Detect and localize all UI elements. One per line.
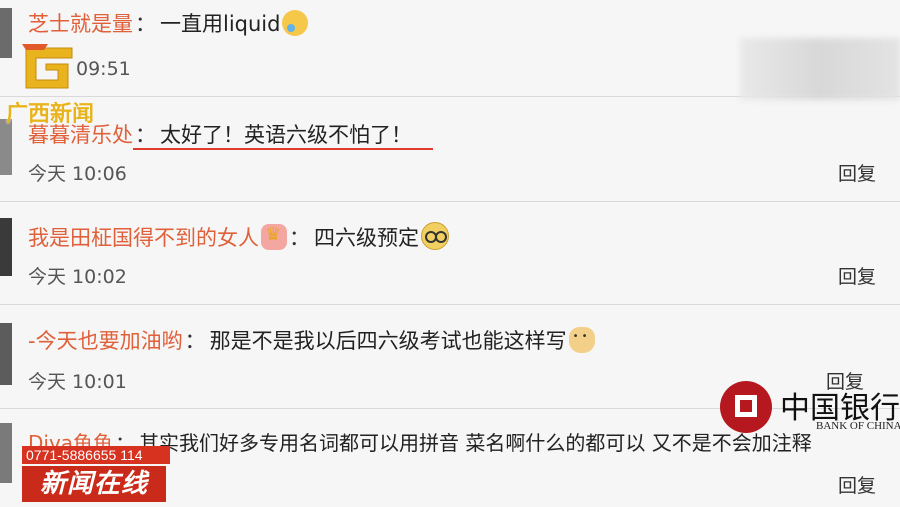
reply-button[interactable]: 回复: [838, 471, 876, 498]
reply-button[interactable]: 回复: [838, 262, 876, 289]
comment-username[interactable]: -今天也要加油哟: [28, 329, 183, 353]
separator: ：: [289, 226, 310, 250]
bank-of-china-icon: [720, 381, 772, 433]
avatar[interactable]: [0, 218, 12, 276]
comment-time: 今天 10:01: [28, 371, 127, 393]
comment-line: 芝士就是量： 一直用liquid: [28, 8, 309, 38]
comment-username[interactable]: 我是田柾国得不到的女人: [28, 226, 259, 250]
avatar[interactable]: [0, 423, 12, 483]
separator: ：: [135, 123, 156, 147]
comment-time: 09:51: [76, 58, 131, 80]
comment-time: 今天 10:06: [28, 163, 127, 185]
comment-time: 今天 10:02: [28, 266, 127, 288]
reply-button[interactable]: 回复: [838, 159, 876, 186]
comment-text: 一直用liquid: [160, 12, 281, 36]
separator: ：: [184, 329, 206, 353]
comment-text: 太好了！英语六级不怕了！: [160, 123, 412, 147]
comment-text: 那是不是我以后四六级考试也能这样写: [209, 329, 567, 353]
comment-line: -今天也要加油哟： 那是不是我以后四六级考试也能这样写: [28, 325, 595, 355]
comment-username[interactable]: 芝士就是量: [28, 12, 133, 36]
highlight-underline: [133, 148, 433, 150]
blurred-region: [740, 38, 900, 100]
crown-badge-icon: [261, 224, 287, 250]
station-logo-icon: [22, 44, 73, 89]
comment-item: 我是田柾国得不到的女人 ：四六级预定 今天 10:02 回复: [0, 202, 900, 305]
hotline-number: 0771-5886655 114: [22, 446, 170, 464]
doge-icon: [568, 327, 595, 353]
comment-feed-screen: 芝士就是量： 一直用liquid 09:51 暮暮清乐处： 太好了！英语六级不怕了！…: [0, 0, 900, 507]
station-logo-text: 广西新闻: [6, 102, 95, 127]
separator: ：: [135, 12, 156, 36]
glasses-icon: [421, 222, 449, 250]
program-title: 新闻在线: [22, 466, 166, 502]
comment-line: 我是田柾国得不到的女人 ：四六级预定: [28, 222, 449, 252]
comment-text: 其实我们好多专用名词都可以用拼音 菜名啊什么的都可以 又不是不会加注释: [139, 431, 812, 455]
avatar[interactable]: [0, 323, 12, 385]
sponsor-name-en: BANK OF CHINA: [816, 420, 900, 432]
cry-laugh-icon: [282, 10, 309, 36]
avatar[interactable]: [0, 8, 12, 58]
comment-text: 四六级预定: [314, 226, 419, 250]
sponsor-logo: 中国银行 BANK OF CHINA: [720, 381, 900, 439]
